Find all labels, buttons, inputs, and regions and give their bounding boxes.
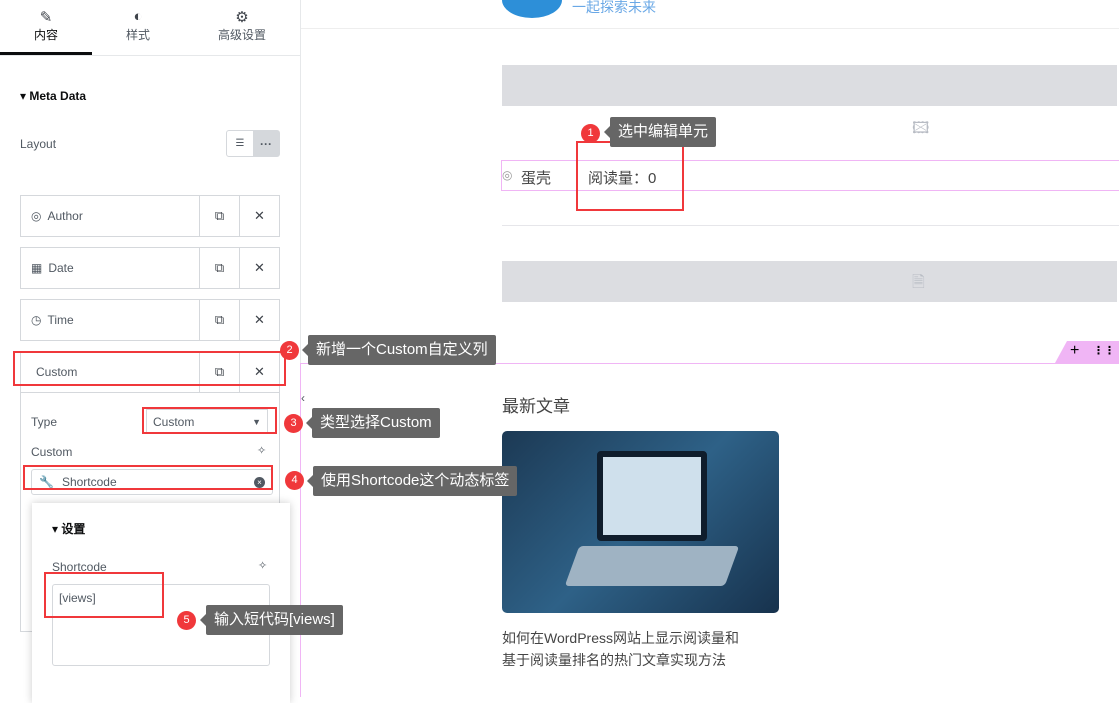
- annotation-tooltip: 输入短代码[views]: [200, 605, 343, 635]
- layout-label: Layout: [20, 137, 57, 151]
- annotation-tooltip: 类型选择Custom: [306, 408, 440, 438]
- highlight-box: [142, 407, 277, 434]
- duplicate-button[interactable]: ⧉: [199, 248, 239, 288]
- post-title[interactable]: 如何在WordPress网站上显示阅读量和 基于阅读量排名的热门文章实现方法: [502, 627, 739, 671]
- section-handle: + ⋮⋮⋮: [1055, 341, 1119, 363]
- post-thumbnail[interactable]: [502, 431, 779, 613]
- gear-icon: ⚙: [235, 9, 249, 26]
- annotation-tooltip: 新增一个Custom自定义列: [302, 335, 496, 365]
- add-section-icon[interactable]: +: [1070, 342, 1079, 360]
- tab-advanced[interactable]: ⚙ 高级设置: [184, 0, 300, 55]
- laptop-screen-image: [597, 451, 707, 541]
- custom-label: Custom: [31, 445, 73, 459]
- annotation-tooltip: 使用Shortcode这个动态标签: [306, 466, 518, 496]
- tab-style[interactable]: ◐ 样式: [92, 0, 184, 55]
- highlight-box: [44, 572, 164, 618]
- inline-layout-button[interactable]: ···: [253, 131, 279, 156]
- remove-button[interactable]: ✕: [239, 248, 279, 288]
- pencil-icon: ✎: [39, 9, 53, 26]
- contrast-icon: ◐: [133, 8, 143, 25]
- annotation-tooltip: 选中编辑单元: [603, 117, 717, 147]
- step-badge: 2: [280, 341, 299, 360]
- type-label: Type: [31, 415, 58, 429]
- placeholder-block: [502, 65, 1117, 106]
- section-meta-data[interactable]: ▾ Meta Data: [20, 89, 86, 103]
- latest-posts-title: 最新文章: [502, 397, 570, 416]
- highlight-box: [576, 141, 684, 211]
- clock-icon: ◷: [31, 313, 42, 327]
- user-circle-icon: ◎: [31, 209, 42, 223]
- laptop-keyboard-image: [564, 546, 740, 586]
- divider: [502, 225, 1119, 226]
- section-border: [300, 363, 301, 697]
- highlight-box: [23, 465, 273, 490]
- duplicate-button[interactable]: ⧉: [199, 196, 239, 236]
- site-tagline: 一起探索未来: [572, 0, 656, 15]
- meta-item-date[interactable]: ▦ Date ⧉ ✕: [20, 247, 280, 289]
- user-circle-icon: ◎: [502, 168, 513, 182]
- list-layout-button[interactable]: ☰: [227, 131, 253, 156]
- site-logo: [502, 0, 562, 18]
- caret-down-icon: ▾: [20, 89, 30, 103]
- drag-handle-icon[interactable]: ⋮⋮⋮: [1093, 344, 1119, 357]
- image-placeholder-icon: 🖾: [912, 120, 930, 137]
- caret-down-icon: ▾: [52, 522, 62, 536]
- placeholder-block: 🗎: [502, 261, 1117, 302]
- text-placeholder-icon: 🗎: [912, 274, 925, 291]
- tab-content[interactable]: ✎ 内容: [0, 0, 92, 55]
- step-badge: 4: [285, 471, 304, 490]
- step-badge: 1: [581, 124, 600, 143]
- meta-item-author[interactable]: ◎ Author ⧉ ✕: [20, 195, 280, 237]
- dynamic-tags-icon[interactable]: ✧: [258, 559, 267, 572]
- remove-button[interactable]: ✕: [239, 300, 279, 340]
- meta-item-time[interactable]: ◷ Time ⧉ ✕: [20, 299, 280, 341]
- dynamic-tags-icon[interactable]: ✧: [257, 444, 266, 457]
- remove-button[interactable]: ✕: [239, 196, 279, 236]
- calendar-icon: ▦: [31, 261, 43, 275]
- duplicate-button[interactable]: ⧉: [199, 300, 239, 340]
- divider: [0, 55, 300, 56]
- highlight-box: [13, 351, 286, 386]
- divider: [301, 28, 1119, 29]
- collapse-panel-icon[interactable]: ‹: [301, 391, 305, 405]
- popup-section-toggle[interactable]: ▾ 设置: [52, 520, 85, 537]
- step-badge: 5: [177, 611, 196, 630]
- layout-toggle: ☰ ···: [226, 130, 280, 157]
- step-badge: 3: [284, 414, 303, 433]
